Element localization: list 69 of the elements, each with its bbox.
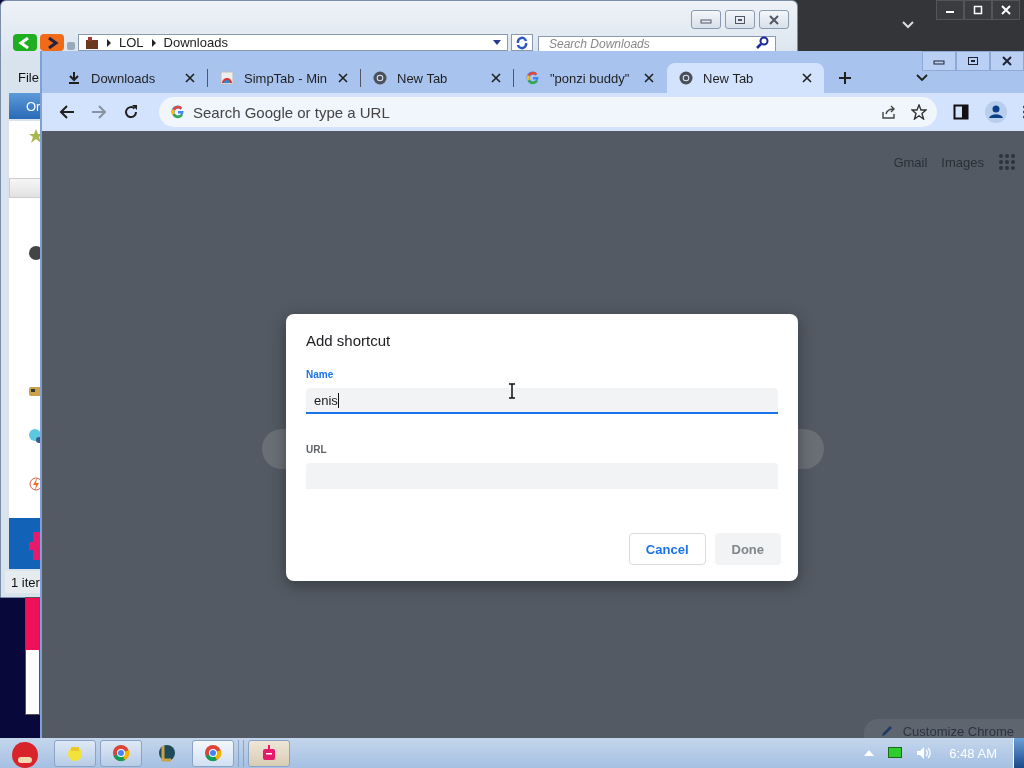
taskbar-button[interactable] bbox=[100, 739, 142, 767]
minimize-button[interactable] bbox=[936, 0, 964, 20]
lightning-icon bbox=[29, 477, 41, 491]
maximize-icon bbox=[734, 14, 746, 25]
browser-tab[interactable]: New Tab bbox=[361, 63, 513, 93]
close-button[interactable] bbox=[759, 10, 789, 29]
search-icon[interactable] bbox=[756, 36, 770, 50]
browser-tab[interactable]: SimpTab - Min bbox=[208, 63, 360, 93]
close-icon[interactable] bbox=[802, 73, 812, 83]
folder-icon bbox=[85, 35, 99, 50]
close-button[interactable] bbox=[990, 51, 1024, 71]
status-text: 1 iter bbox=[5, 571, 41, 593]
profile-icon[interactable] bbox=[985, 101, 1007, 123]
dropdown-icon[interactable] bbox=[493, 40, 501, 45]
browser-tab[interactable]: Downloads bbox=[55, 63, 207, 93]
close-button[interactable] bbox=[992, 0, 1020, 20]
breadcrumb-arrow-icon bbox=[150, 38, 157, 47]
bulb-icon bbox=[66, 744, 84, 762]
chrome-icon bbox=[112, 744, 130, 762]
new-tab-icon[interactable] bbox=[838, 71, 852, 85]
close-icon[interactable] bbox=[185, 73, 195, 83]
show-desktop-button[interactable] bbox=[1013, 738, 1024, 768]
close-icon bbox=[1001, 5, 1011, 15]
chevron-down-icon[interactable] bbox=[916, 74, 928, 82]
close-icon bbox=[768, 14, 780, 25]
field-label: URL bbox=[306, 444, 328, 456]
input-field[interactable]: enis bbox=[306, 388, 778, 414]
browser-tab[interactable]: New Tab bbox=[667, 63, 824, 93]
shield-icon bbox=[158, 743, 176, 763]
close-icon[interactable] bbox=[338, 73, 348, 83]
chrome-icon bbox=[679, 71, 693, 85]
refresh-icon bbox=[515, 35, 529, 50]
pane-header: Or bbox=[9, 93, 41, 119]
side-panel-icon[interactable] bbox=[953, 104, 969, 120]
refresh-button[interactable] bbox=[511, 34, 533, 51]
dialog-button[interactable]: Cancel bbox=[628, 533, 706, 565]
menu-item[interactable]: File bbox=[17, 69, 40, 87]
maximize-icon bbox=[967, 56, 979, 66]
maximize-button[interactable] bbox=[725, 10, 755, 29]
google-icon bbox=[526, 71, 540, 85]
close-icon[interactable] bbox=[491, 73, 501, 83]
close-icon[interactable] bbox=[644, 73, 654, 83]
rainbow-icon bbox=[220, 71, 234, 85]
share-icon[interactable] bbox=[881, 104, 897, 120]
star-icon bbox=[29, 129, 41, 143]
close-icon bbox=[1001, 56, 1013, 66]
browser-tab[interactable]: "ponzi buddy" bbox=[514, 63, 666, 93]
text-cursor-icon bbox=[508, 383, 516, 399]
forward-button[interactable] bbox=[40, 34, 64, 51]
chrome-icon bbox=[204, 744, 222, 762]
chrome-icon bbox=[373, 71, 387, 85]
maximize-button[interactable] bbox=[956, 51, 990, 71]
field-label: Name bbox=[306, 369, 335, 381]
robot-icon bbox=[260, 744, 278, 762]
taskbar-button[interactable] bbox=[248, 739, 290, 767]
breadcrumb-arrow-icon bbox=[106, 38, 112, 47]
google-icon bbox=[171, 105, 185, 119]
address-bar[interactable]: LOL Downloads bbox=[78, 34, 508, 51]
taskbar-button[interactable] bbox=[192, 739, 234, 767]
maximize-icon bbox=[973, 5, 983, 15]
maximize-button[interactable] bbox=[964, 0, 992, 20]
network-icon[interactable] bbox=[888, 747, 903, 759]
star-icon[interactable] bbox=[911, 104, 927, 120]
download-icon bbox=[67, 71, 81, 85]
reload-icon[interactable] bbox=[123, 104, 139, 120]
address-bar[interactable]: Search Google or type a URL bbox=[159, 97, 937, 127]
back-icon[interactable] bbox=[59, 104, 75, 120]
dialog-title: Add shortcut bbox=[306, 332, 392, 351]
minimize-icon bbox=[933, 57, 945, 65]
